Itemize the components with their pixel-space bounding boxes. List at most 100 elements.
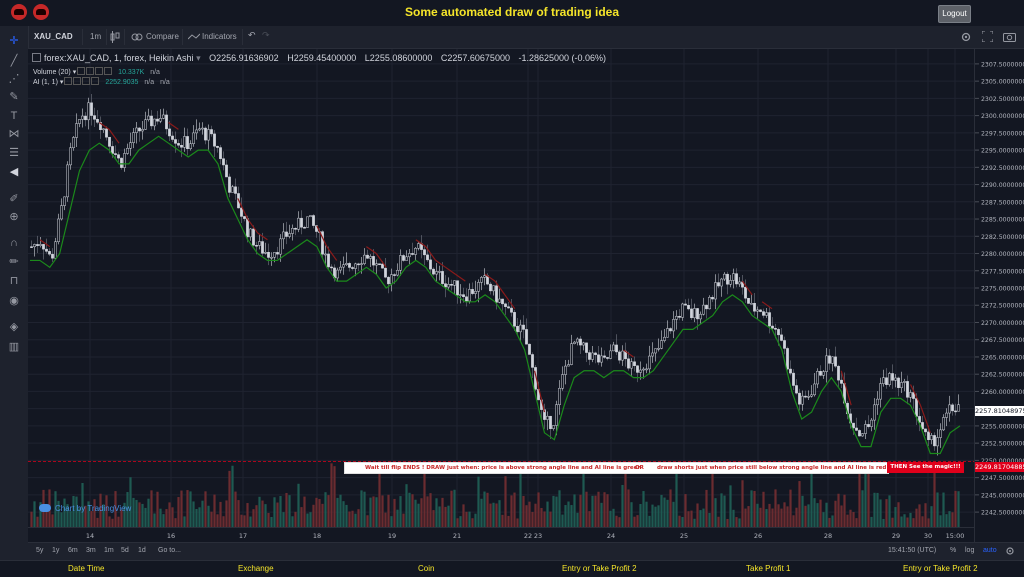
candle-body xyxy=(495,285,498,303)
camera-icon[interactable] xyxy=(1003,31,1016,42)
volume-bar xyxy=(897,502,900,527)
volume-legend[interactable]: Volume (20) ▾ 10.337K n/a xyxy=(33,67,160,76)
range-1m[interactable]: 1m xyxy=(104,547,114,554)
candle-body xyxy=(603,355,606,358)
ruler-icon[interactable]: ✐ xyxy=(7,192,21,206)
candle-body xyxy=(768,312,771,327)
layers-icon[interactable]: ◈ xyxy=(7,320,21,334)
price-tick-label: 2270.00000000 xyxy=(981,320,1024,327)
candle-style-icon[interactable] xyxy=(110,31,120,43)
redo-icon[interactable]: ↷ xyxy=(262,30,270,41)
text-tool-icon[interactable]: T xyxy=(7,109,21,123)
candle-body xyxy=(870,419,873,427)
settings-gear-icon[interactable] xyxy=(960,31,972,43)
pattern-tool-icon[interactable]: ⋈ xyxy=(7,127,21,141)
candle-body xyxy=(450,283,453,286)
volume-bar xyxy=(507,515,510,527)
volume-bar xyxy=(213,494,216,527)
volume-bar xyxy=(300,507,303,527)
measure-icon[interactable]: ☰ xyxy=(7,146,21,160)
volume-bar xyxy=(60,512,63,527)
fullscreen-icon[interactable] xyxy=(982,31,993,42)
candle-body xyxy=(114,153,117,155)
ai-legend[interactable]: AI (1, 1) ▾ 2252.9035 n/a n/a xyxy=(33,77,170,86)
lock-draw-icon[interactable]: ✏ xyxy=(7,255,21,269)
time-axis[interactable]: 14 16 17 18 19 21 22 23 24 25 26 28 29 30 15:00 xyxy=(28,527,974,543)
indicators-button[interactable]: Indicators xyxy=(202,32,237,41)
candle-body xyxy=(252,228,255,246)
candle-body xyxy=(63,196,66,206)
volume-bar xyxy=(645,501,648,527)
goto-button[interactable]: Go to... xyxy=(158,547,181,554)
candle-body xyxy=(39,244,42,246)
range-3m[interactable]: 3m xyxy=(86,547,96,554)
candle-body xyxy=(483,275,486,278)
volume-bar xyxy=(918,504,921,527)
eye-icon[interactable]: ◉ xyxy=(7,294,21,308)
indicators-icon[interactable] xyxy=(188,33,200,41)
volume-bar xyxy=(438,506,441,527)
logout-button[interactable]: Logout xyxy=(938,5,971,23)
volume-bar xyxy=(372,496,375,527)
volume-bar xyxy=(606,494,609,527)
interval-button[interactable]: 1m xyxy=(90,32,101,41)
fib-tool-icon[interactable]: ⋰ xyxy=(7,72,21,86)
price-tick-label: 2295.00000000 xyxy=(981,148,1024,155)
candle-body xyxy=(474,291,477,294)
candle-body xyxy=(189,143,192,149)
candle-body xyxy=(609,350,612,359)
axis-settings-icon[interactable] xyxy=(1005,546,1015,556)
volume-bar xyxy=(558,490,561,527)
candle-body xyxy=(198,128,201,131)
back-arrow-icon[interactable]: ◀ xyxy=(7,165,21,179)
candle-body xyxy=(513,312,516,327)
volume-bar xyxy=(441,497,444,527)
volume-bar xyxy=(378,471,381,527)
trendline-icon[interactable]: ╱ xyxy=(7,54,21,68)
compare-icon[interactable] xyxy=(131,33,143,41)
symbol-button[interactable]: XAU_CAD xyxy=(34,32,73,41)
col-entry-tp2: Entry or Take Profit 2 xyxy=(562,564,637,573)
candle-body xyxy=(714,282,717,300)
volume-bar xyxy=(771,508,774,527)
volume-bar xyxy=(816,503,819,527)
candle-body xyxy=(492,285,495,292)
volume-bar xyxy=(153,513,156,527)
volume-bar xyxy=(669,489,672,527)
volume-bar xyxy=(354,513,357,527)
range-1d[interactable]: 1d xyxy=(138,547,146,554)
range-6m[interactable]: 6m xyxy=(68,547,78,554)
volume-bar xyxy=(930,506,933,527)
lock-icon[interactable]: ⊓ xyxy=(7,274,21,288)
log-toggle[interactable]: log xyxy=(965,547,974,554)
price-chart[interactable] xyxy=(28,49,974,527)
volume-bar xyxy=(360,490,363,527)
volume-bar xyxy=(477,476,480,527)
range-5d[interactable]: 5d xyxy=(121,547,129,554)
range-5y[interactable]: 5y xyxy=(36,547,43,554)
tradingview-watermark[interactable]: Chart by TradingView xyxy=(39,504,131,513)
banner-text-2: draw shorts just when price still below … xyxy=(657,465,887,471)
compare-button[interactable]: Compare xyxy=(146,32,179,41)
brush-icon[interactable]: ✎ xyxy=(7,90,21,104)
auto-toggle[interactable]: auto xyxy=(983,547,997,554)
trash-icon[interactable]: ▥ xyxy=(7,340,21,354)
candle-body xyxy=(429,259,432,270)
volume-bar xyxy=(657,505,660,527)
candle-body xyxy=(384,267,387,278)
volume-bar xyxy=(288,495,291,527)
candle-body xyxy=(738,281,741,285)
volume-bar xyxy=(210,511,213,527)
utc-clock[interactable]: 15:41:50 (UTC) xyxy=(888,547,936,554)
magnet-icon[interactable]: ∩ xyxy=(7,236,21,250)
percent-toggle[interactable]: % xyxy=(950,547,956,554)
crosshair-icon[interactable]: ✛ xyxy=(7,34,21,48)
volume-bar xyxy=(453,489,456,527)
volume-bar xyxy=(513,492,516,527)
range-1y[interactable]: 1y xyxy=(52,547,59,554)
symbol-legend: forex:XAU_CAD, 1, forex, Heikin Ashi ▾ O… xyxy=(32,53,606,64)
volume-bar xyxy=(741,480,744,527)
zoom-in-icon[interactable]: ⊕ xyxy=(7,210,21,224)
undo-icon[interactable]: ↶ xyxy=(248,30,256,41)
volume-bar xyxy=(849,509,852,527)
